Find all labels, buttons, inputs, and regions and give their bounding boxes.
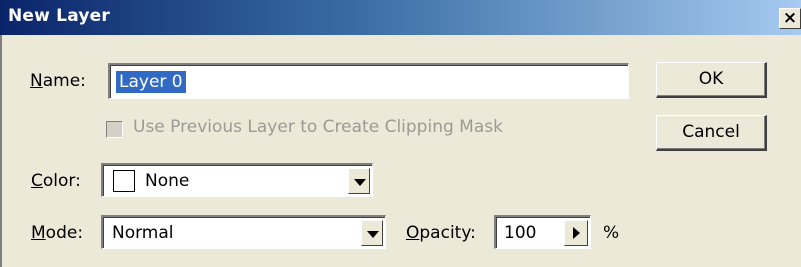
clipping-mask-label: Use Previous Layer to Create Clipping Ma… — [133, 117, 503, 137]
opacity-input[interactable]: 100 — [494, 215, 591, 249]
mode-select[interactable]: Normal — [101, 215, 386, 249]
mode-select-value: Normal — [112, 223, 174, 243]
mode-label: Mode: — [31, 223, 84, 243]
color-swatch — [113, 170, 135, 192]
opacity-unit: % — [603, 223, 620, 243]
color-select-value: None — [145, 171, 190, 191]
triangle-right-icon[interactable] — [564, 220, 588, 246]
name-input-value: Layer 0 — [116, 71, 186, 93]
color-label: Color: — [31, 171, 81, 191]
ok-button[interactable]: OK — [656, 62, 767, 98]
chevron-down-icon[interactable] — [348, 168, 370, 194]
color-select[interactable]: None — [101, 163, 373, 197]
close-icon: × — [782, 8, 798, 28]
name-label: Name: — [30, 71, 86, 91]
name-input[interactable]: Layer 0 — [108, 63, 629, 99]
dialog-title: New Layer — [8, 6, 110, 26]
opacity-label: Opacity: — [406, 223, 476, 243]
new-layer-dialog: New Layer × Name: Layer 0 OK Cancel Use … — [0, 0, 801, 267]
opacity-value: 100 — [504, 223, 537, 243]
window-frame — [0, 35, 2, 267]
title-bar[interactable]: New Layer × — [0, 0, 801, 35]
close-button[interactable]: × — [779, 8, 801, 29]
chevron-down-icon[interactable] — [361, 220, 383, 246]
cancel-button[interactable]: Cancel — [656, 115, 767, 151]
clipping-mask-checkbox[interactable] — [106, 121, 123, 138]
